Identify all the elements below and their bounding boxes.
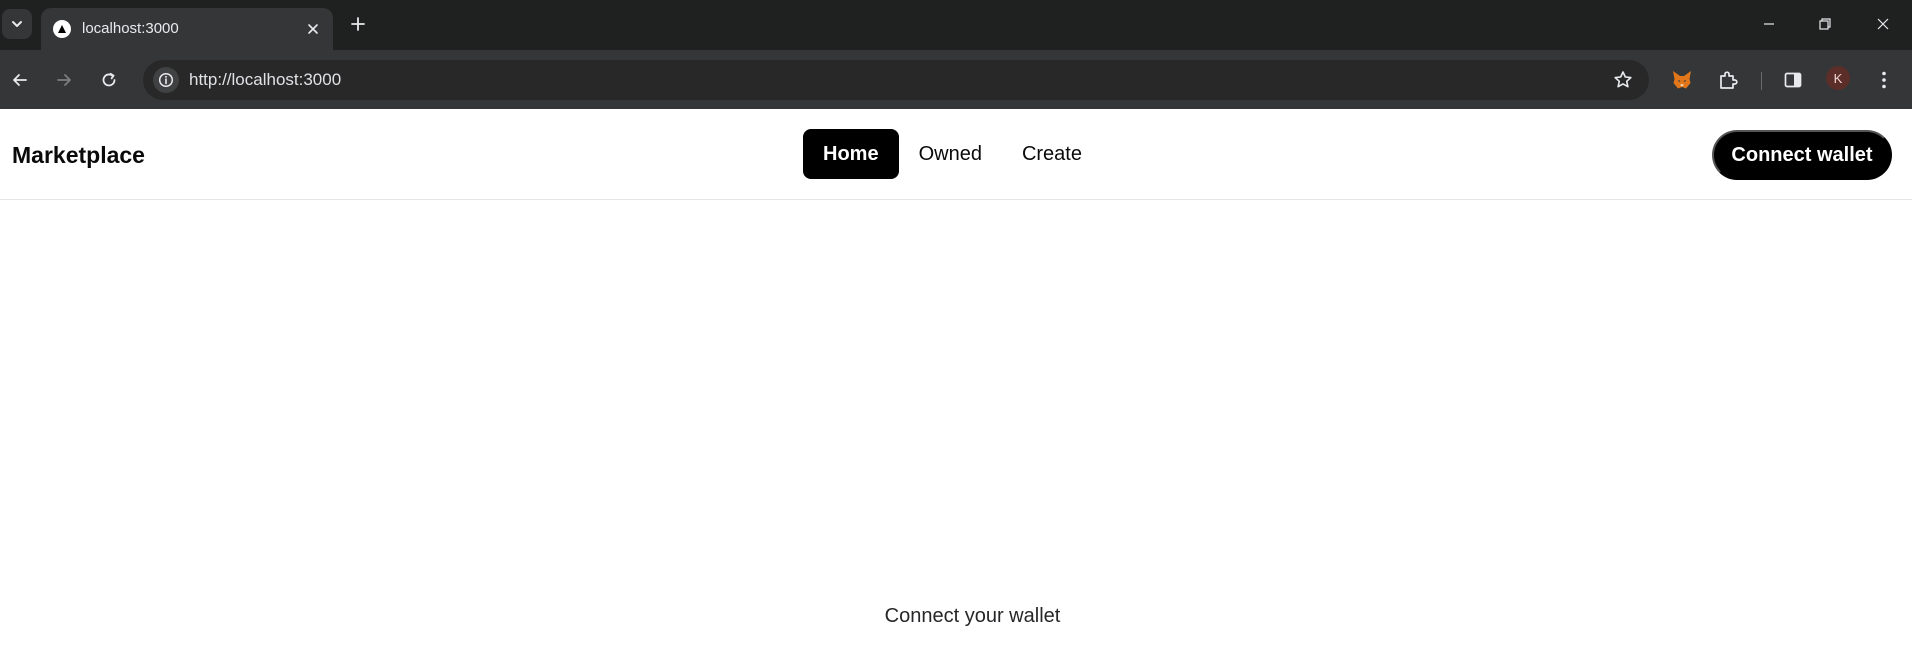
arrow-right-icon xyxy=(57,74,71,86)
main-nav: Home Owned Create xyxy=(803,129,1102,179)
kebab-menu-icon xyxy=(1882,71,1886,89)
star-icon xyxy=(1614,71,1632,88)
page-content: Marketplace Home Owned Create Connect wa… xyxy=(0,109,1912,653)
nav-link-create[interactable]: Create xyxy=(1002,129,1102,179)
browser-tab-strip: localhost:3000 xyxy=(0,0,1912,50)
nav-link-home[interactable]: Home xyxy=(803,129,899,179)
reload-icon xyxy=(102,72,116,87)
restore-icon xyxy=(1819,18,1831,30)
metamask-extension-button[interactable] xyxy=(1666,64,1698,96)
toolbar-separator xyxy=(1761,72,1762,90)
address-bar[interactable]: http://localhost:3000 xyxy=(143,60,1649,100)
minimize-button[interactable] xyxy=(1752,8,1786,40)
bookmark-button[interactable] xyxy=(1611,68,1635,92)
browser-menu-button[interactable] xyxy=(1868,64,1900,96)
fox-icon xyxy=(1673,71,1691,89)
brand-logo-text[interactable]: Marketplace xyxy=(12,141,145,169)
reload-button[interactable] xyxy=(93,64,125,96)
profile-avatar[interactable]: K xyxy=(1826,66,1850,90)
nav-link-owned[interactable]: Owned xyxy=(899,129,1002,179)
tab-close-button[interactable] xyxy=(303,19,323,39)
arrow-left-icon xyxy=(13,74,27,86)
minimize-icon xyxy=(1764,23,1774,25)
connect-wallet-button[interactable]: Connect wallet xyxy=(1712,130,1892,180)
site-info-button[interactable] xyxy=(153,67,179,93)
restore-button[interactable] xyxy=(1808,8,1842,40)
browser-toolbar: http://localhost:3000 xyxy=(0,50,1912,109)
new-tab-button[interactable] xyxy=(345,11,371,37)
forward-button[interactable] xyxy=(48,64,80,96)
plus-icon xyxy=(351,17,365,31)
info-icon xyxy=(158,72,174,88)
side-panel-icon xyxy=(1784,72,1802,88)
app-header: Marketplace Home Owned Create Connect wa… xyxy=(0,109,1912,200)
connect-wallet-message: Connect your wallet xyxy=(884,605,1061,627)
extensions-button[interactable] xyxy=(1712,64,1744,96)
tab-search-button[interactable] xyxy=(2,9,32,39)
url-text[interactable]: http://localhost:3000 xyxy=(189,70,341,90)
chevron-down-icon xyxy=(12,21,22,27)
back-button[interactable] xyxy=(4,64,36,96)
tab-title: localhost:3000 xyxy=(82,20,179,37)
close-window-button[interactable] xyxy=(1866,8,1900,40)
close-icon xyxy=(308,24,318,34)
puzzle-icon xyxy=(1720,71,1738,89)
triangle-icon xyxy=(53,20,71,38)
side-panel-button[interactable] xyxy=(1777,64,1809,96)
close-icon xyxy=(1877,18,1889,30)
browser-tab[interactable]: localhost:3000 xyxy=(41,8,333,50)
